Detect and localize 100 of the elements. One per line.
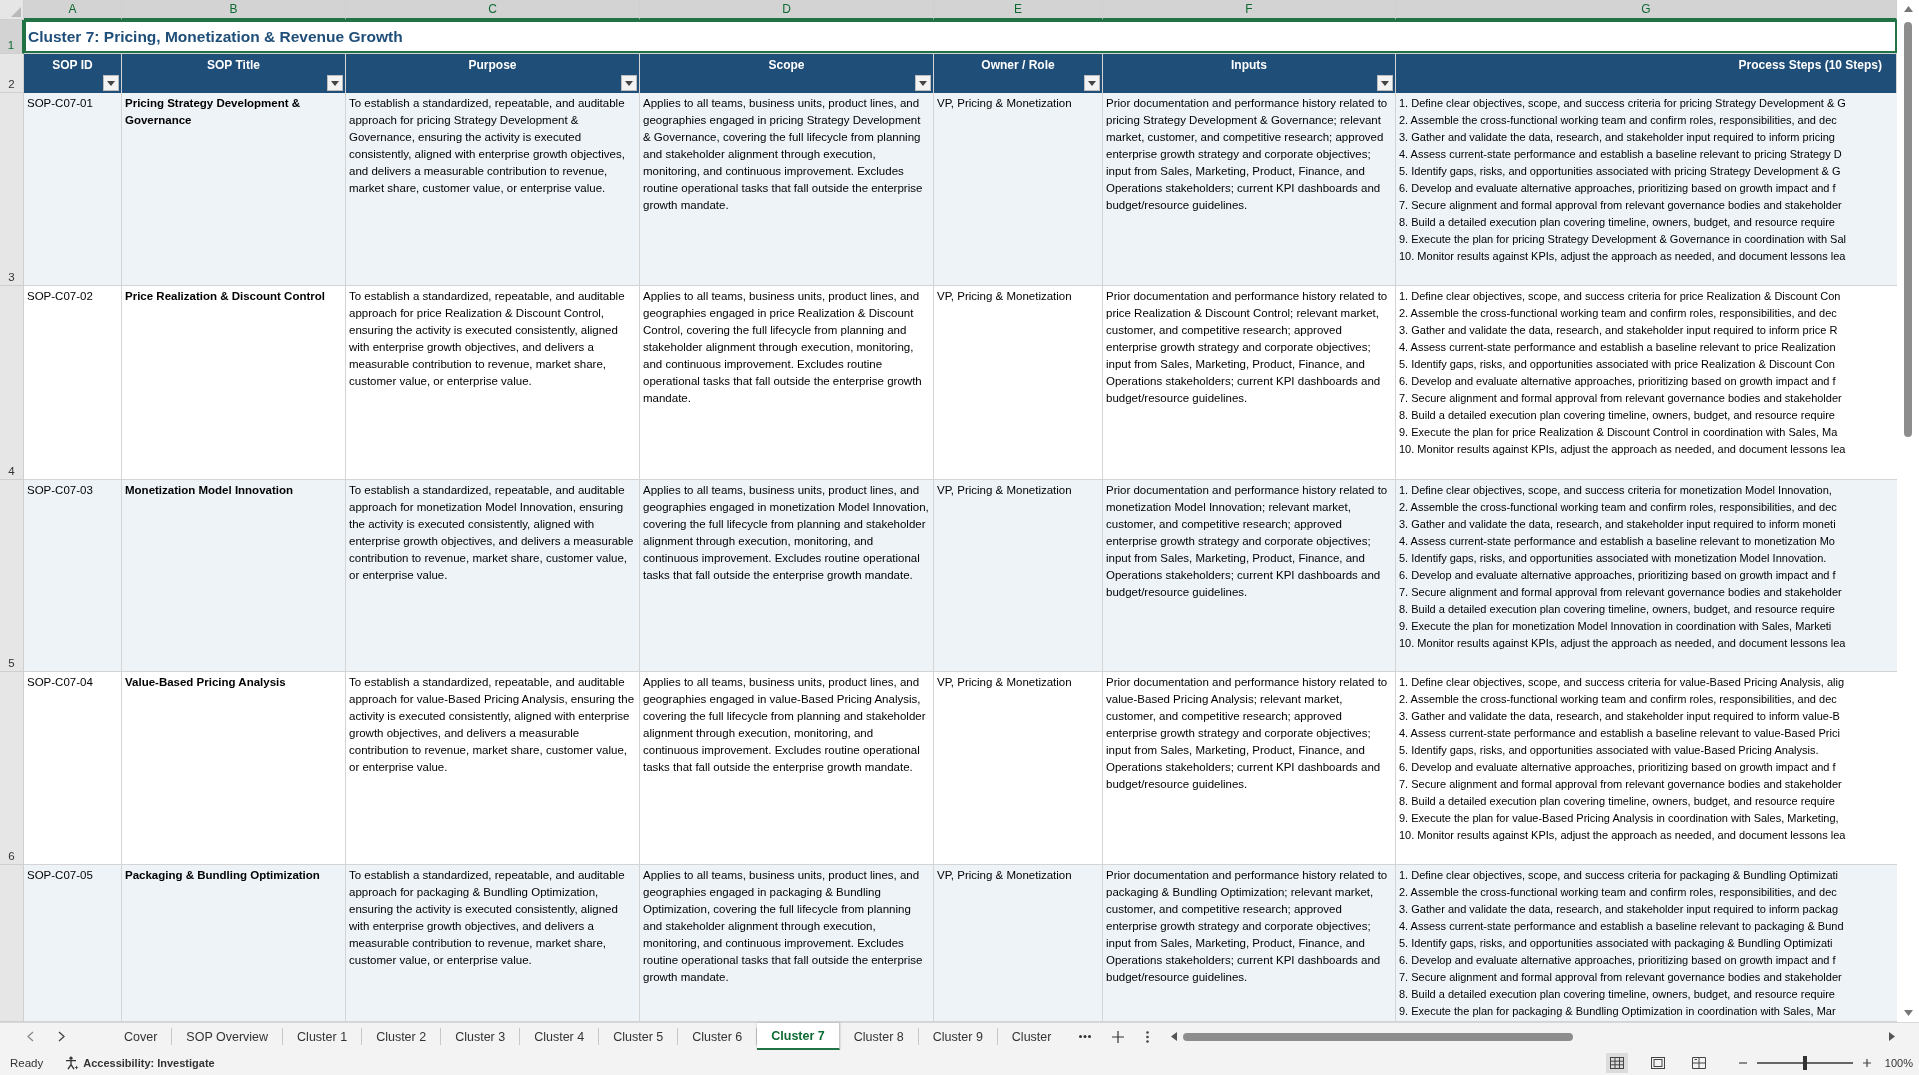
process-step: 8. Build a detailed execution plan covering timeline, owners, budget, and resource require [1399, 214, 1894, 231]
process-step: 5. Identify gaps, risks, and opportunities associated with monetization Model Innovation. [1399, 550, 1894, 567]
process-step: 5. Identify gaps, risks, and opportunities associated with value-Based Pricing Analysis. [1399, 742, 1894, 759]
sheet-tab[interactable]: Cluster 9 [918, 1028, 998, 1045]
table-cell: VP, Pricing & Monetization [934, 865, 1103, 1022]
filter-button[interactable] [621, 75, 637, 91]
sheet-tab[interactable]: Cluster 7 [757, 1023, 840, 1050]
table-cell: To establish a standardized, repeatable, and auditable approach for pricing Strategy Development & Governance, ensuring the activity is executed consistently, aligned with enterprise growth objectives, and delivers a measurable contribution to revenue, market share, customer value, or enterprise value. [346, 93, 640, 286]
column-header[interactable]: D [640, 0, 934, 20]
sheet-tab[interactable]: Cover [110, 1028, 173, 1045]
table-cell: SOP-C07-02 [24, 286, 122, 480]
sheet-title: Cluster 7: Pricing, Monetization & Revenue Growth [24, 20, 1897, 54]
column-header[interactable]: A [24, 0, 122, 20]
plus-icon[interactable] [1862, 1058, 1871, 1067]
scroll-down-icon[interactable] [1903, 1010, 1913, 1016]
table-cell: Applies to all teams, business units, product lines, and geographies engaged in pricing Strategy Development & Governance, covering the full lifecycle from planning and stakeholder alignment through execution, monitoring, and continuous improvement. Excludes routine operational tasks that fall outside the enterprise growth mandate. [640, 93, 934, 286]
table-cell: SOP-C07-01 [24, 93, 122, 286]
table-cell: Prior documentation and performance history related to value-Based Pricing Analysis; relevant market, customer, and competitive research; approved enterprise growth strategy and corporate objectives; input from Sales, Marketing, Product, Finance, and Operations stakeholders; current KPI dashboards and budget/resource guidelines. [1103, 672, 1396, 865]
page-layout-icon[interactable] [1650, 1056, 1665, 1069]
table-cell: To establish a standardized, repeatable, and auditable approach for monetization Model Innovation, ensuring the activity is executed consistently, aligned with enterprise growth objectives, and delivers a measurable contribution to revenue, market share, customer value, or enterprise value. [346, 480, 640, 672]
process-step: 8. Build a detailed execution plan covering timeline, owners, budget, and resource require [1399, 793, 1894, 810]
process-step: 6. Develop and evaluate alternative approaches, prioritizing based on growth impact and f [1399, 180, 1894, 197]
table-cell: Prior documentation and performance history related to pricing Strategy Development & Governance; relevant market, customer, and competitive research; approved enterprise growth strategy and corporate objectives; input from Sales, Marketing, Product, Finance, and Operations stakeholders; current KPI dashboards and budget/resource guidelines. [1103, 93, 1396, 286]
page-break-icon[interactable] [1691, 1056, 1706, 1069]
plus-icon[interactable] [1112, 1030, 1125, 1043]
process-step: 2. Assemble the cross-functional working team and confirm roles, responsibilities, and dec [1399, 112, 1894, 129]
row-header[interactable]: 4 [0, 286, 24, 480]
filter-button[interactable] [1377, 75, 1393, 91]
table-cell: SOP-C07-03 [24, 480, 122, 672]
table-cell: Applies to all teams, business units, product lines, and geographies engaged in value-Based Pricing Analysis, covering the full lifecycle from planning and stakeholder alignment through execution, monitoring, and continuous improvement. Excludes routine operational tasks that fall outside the enterprise growth mandate. [640, 672, 934, 865]
table-cell: Monetization Model Innovation [122, 480, 346, 672]
row-header[interactable]: 5 [0, 480, 24, 672]
column-title: Inputs [1231, 57, 1267, 73]
sheet-tab[interactable]: Cluster 4 [520, 1028, 600, 1045]
process-step: 4. Assess current-state performance and establish a baseline relevant to pricing Strategy D [1399, 146, 1894, 163]
minus-icon[interactable] [1738, 1061, 1747, 1064]
process-step: 8. Build a detailed execution plan covering timeline, owners, budget, and resource require [1399, 407, 1894, 424]
process-step: 3. Gather and validate the data, research, and stakeholder input required to inform price R [1399, 322, 1894, 339]
process-step: 7. Secure alignment and formal approval from relevant governance bodies and stakeholder [1399, 197, 1894, 214]
process-step: 6. Develop and evaluate alternative approaches, prioritizing based on growth impact and f [1399, 567, 1894, 584]
table-cell: Applies to all teams, business units, product lines, and geographies engaged in packaging & Bundling Optimization, covering the full lifecycle from planning and stakeholder alignment through execution, monitoring, and continuous improvement. Excludes routine operational tasks that fall outside the enterprise growth mandate. [640, 865, 934, 1022]
process-step: 4. Assess current-state performance and establish a baseline relevant to price Realization [1399, 339, 1894, 356]
process-step: 1. Define clear objectives, scope, and success criteria for packaging & Bundling Optimizati [1399, 867, 1894, 884]
more-vertical-icon[interactable] [1146, 1030, 1150, 1043]
accessibility-status[interactable]: Accessibility: Investigate [83, 1056, 215, 1069]
caret-down-icon [107, 80, 115, 86]
table-cell: VP, Pricing & Monetization [934, 93, 1103, 286]
sheet-tab[interactable]: Cluster 3 [441, 1028, 521, 1045]
column-header[interactable]: G [1396, 0, 1897, 20]
accessibility-icon[interactable] [65, 1055, 80, 1070]
process-step: 10. Monitor results against KPIs, adjust the approach as needed, and document lessons lea [1399, 248, 1894, 265]
sheet-tab[interactable]: Cluster 5 [599, 1028, 679, 1045]
table-cell: Applies to all teams, business units, product lines, and geographies engaged in monetization Model Innovation, covering the full lifecycle from planning and stakeholder alignment through execution, monitoring, and continuous improvement. Excludes routine operational tasks that fall outside the enterprise growth mandate. [640, 480, 934, 672]
process-step: 6. Develop and evaluate alternative approaches, prioritizing based on growth impact and f [1399, 952, 1894, 969]
process-step: 9. Execute the plan for monetization Model Innovation in coordination with Sales, Marketi [1399, 618, 1894, 635]
process-step: 6. Develop and evaluate alternative approaches, prioritizing based on growth impact and f [1399, 759, 1894, 776]
process-step: 7. Secure alignment and formal approval from relevant governance bodies and stakeholder [1399, 390, 1894, 407]
scrollbar-thumb[interactable] [1904, 22, 1912, 437]
scroll-left-icon[interactable] [1171, 1032, 1178, 1041]
column-title: SOP Title [207, 57, 260, 73]
filter-button[interactable] [915, 75, 931, 91]
caret-down-icon [331, 80, 339, 86]
column-header[interactable]: C [346, 0, 640, 20]
process-step: 1. Define clear objectives, scope, and success criteria for value-Based Pricing Analysis, alig [1399, 674, 1894, 691]
column-header[interactable]: E [934, 0, 1103, 20]
column-title: SOP ID [52, 57, 93, 73]
sheet-tab[interactable]: SOP Overview [172, 1028, 284, 1045]
row-header[interactable]: 2 [0, 54, 24, 93]
more-icon[interactable] [1079, 1035, 1092, 1038]
status-text: Ready [10, 1056, 44, 1069]
row-header[interactable]: 6 [0, 672, 24, 865]
caret-down-icon [625, 80, 633, 86]
process-step: 10. Monitor results against KPIs, adjust the approach as needed, and document lessons lea [1399, 827, 1894, 844]
filter-button[interactable] [327, 75, 343, 91]
table-cell: Value-Based Pricing Analysis [122, 672, 346, 865]
process-step: 3. Gather and validate the data, research, and stakeholder input required to inform moneti [1399, 516, 1894, 533]
scroll-right-icon[interactable] [1889, 1032, 1895, 1041]
column-header[interactable]: F [1103, 0, 1396, 20]
zoom-level[interactable]: 100% [1884, 1056, 1913, 1069]
column-title: Purpose [468, 57, 517, 73]
sheet-tab[interactable]: Cluster 1 [283, 1028, 363, 1045]
row-header[interactable]: 1 [0, 20, 24, 54]
filter-button[interactable] [1084, 75, 1100, 91]
chevron-left-icon[interactable] [27, 1031, 34, 1042]
process-step: 2. Assemble the cross-functional working team and confirm roles, responsibilities, and dec [1399, 884, 1894, 901]
row-header[interactable]: 3 [0, 93, 24, 286]
column-header[interactable]: B [122, 0, 346, 20]
slider-thumb[interactable] [1802, 1055, 1807, 1070]
scroll-up-icon[interactable] [1903, 6, 1913, 12]
table-cell: VP, Pricing & Monetization [934, 480, 1103, 672]
filter-button[interactable] [103, 75, 119, 91]
sheet-tab[interactable]: Cluster 8 [839, 1028, 919, 1045]
table-cell: To establish a standardized, repeatable, and auditable approach for packaging & Bundling Optimization, ensuring the activity is executed consistently, aligned with enterprise growth objectives, and delivers a measurable contribution to revenue, market share, customer value, or enterprise value. [346, 865, 640, 1022]
chevron-right-icon[interactable] [58, 1031, 65, 1042]
scrollbar-thumb[interactable] [1183, 1032, 1574, 1041]
sheet-tab[interactable]: Cluster 2 [362, 1028, 442, 1045]
table-cell: Prior documentation and performance history related to price Realization & Discount Control; relevant market, customer, and competitive research; approved enterprise growth strategy and corporate objectives; input from Sales, Marketing, Product, Finance, and Operations stakeholders; current KPI dashboards and budget/resource guidelines. [1103, 286, 1396, 480]
sheet-tab[interactable]: Cluster [997, 1028, 1058, 1045]
process-step: 3. Gather and validate the data, research, and stakeholder input required to inform value-B [1399, 708, 1894, 725]
column-title: Process Steps (10 Steps) [1738, 57, 1882, 73]
